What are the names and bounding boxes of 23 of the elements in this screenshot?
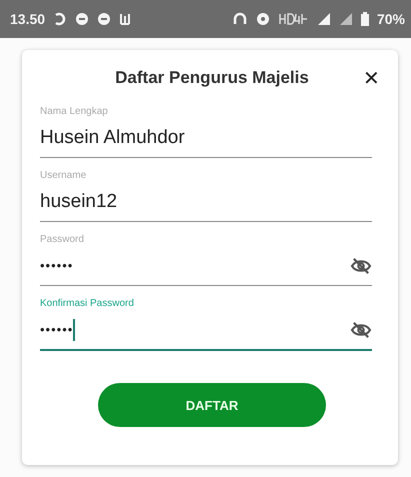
field-label: Nama Lengkap: [40, 106, 108, 117]
input-field[interactable]: ••••••: [40, 247, 372, 286]
battery-icon: [360, 12, 369, 26]
field-label: Konfirmasi Password: [40, 298, 134, 309]
register-button[interactable]: DAFTAR: [98, 383, 326, 427]
signal-icon: [338, 12, 353, 26]
eye-off-icon[interactable]: [350, 321, 372, 339]
field-label: Password: [40, 234, 84, 245]
dialog-title: Daftar Pengurus Majelis: [115, 68, 309, 88]
headphones-icon: [232, 12, 247, 26]
text-cursor: [73, 319, 76, 341]
battery-percent: 70%: [376, 11, 405, 27]
eye-icon: [254, 12, 271, 26]
close-button[interactable]: ✕: [359, 64, 384, 93]
sync-icon: [53, 12, 68, 26]
status-time: 13.50: [10, 11, 46, 27]
network-type-icon: [278, 13, 309, 25]
input-field[interactable]: Husein Almuhdor: [40, 119, 372, 158]
input-field[interactable]: husein12: [40, 183, 372, 222]
eye-off-icon[interactable]: [350, 257, 372, 275]
signal-icon: [316, 12, 331, 26]
input-field[interactable]: ••••••: [40, 311, 372, 351]
field-label: Username: [40, 170, 86, 181]
